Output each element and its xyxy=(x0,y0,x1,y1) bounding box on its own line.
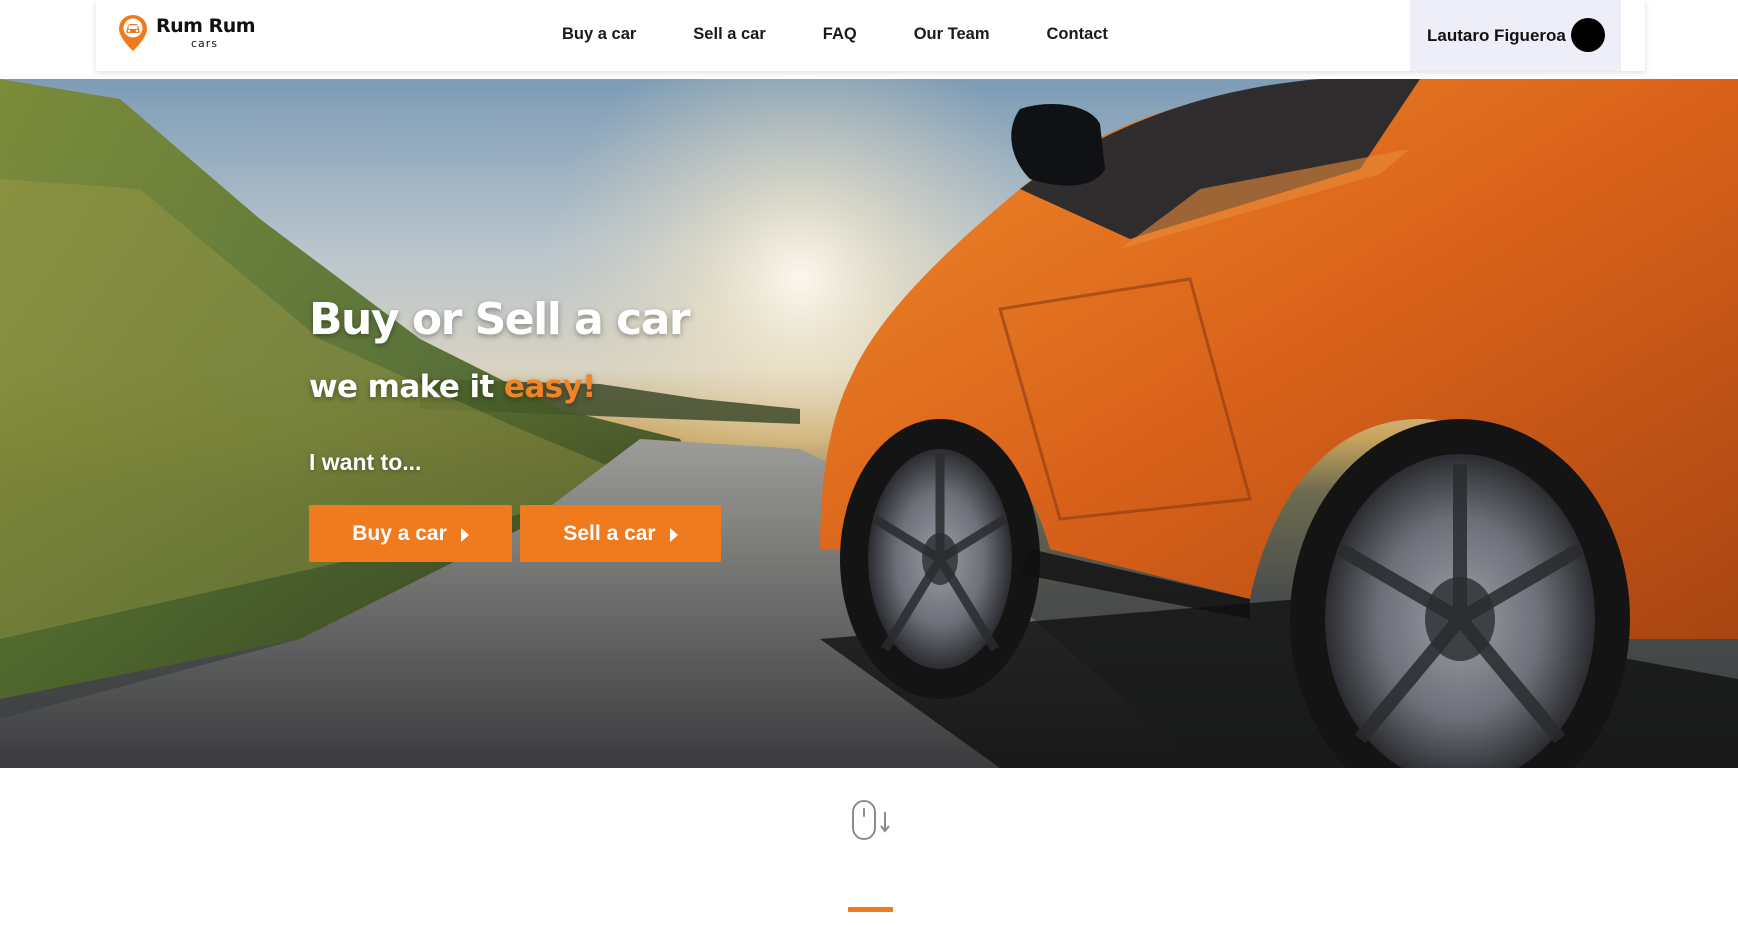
hero-prompt: I want to... xyxy=(309,449,422,475)
mouse-scroll-down-icon[interactable] xyxy=(852,800,892,840)
hero-section: Buy or Sell a car we make it easy! I wan… xyxy=(0,79,1738,768)
nav-buy-a-car[interactable]: Buy a car xyxy=(562,25,636,44)
user-name: Lautaro Figueroa xyxy=(1427,25,1566,45)
site-header: Rum Rum cars Buy a car Sell a car FAQ Ou… xyxy=(96,0,1645,71)
section-divider xyxy=(848,907,893,912)
hero-background-image xyxy=(0,79,1738,768)
hero-subtitle: we make it easy! xyxy=(309,369,596,405)
buy-a-car-label: Buy a car xyxy=(352,521,447,545)
main-nav: Buy a car Sell a car FAQ Our Team Contac… xyxy=(562,0,1108,68)
sell-a-car-label: Sell a car xyxy=(563,521,656,545)
logo[interactable]: Rum Rum cars xyxy=(118,12,258,54)
user-menu[interactable]: Lautaro Figueroa xyxy=(1410,0,1621,71)
buy-a-car-button[interactable]: Buy a car xyxy=(309,505,512,562)
caret-right-icon xyxy=(460,527,469,542)
nav-our-team[interactable]: Our Team xyxy=(914,25,990,44)
avatar[interactable] xyxy=(1571,18,1605,52)
caret-right-icon xyxy=(669,527,678,542)
logo-subtitle: cars xyxy=(191,37,219,50)
sell-a-car-button[interactable]: Sell a car xyxy=(520,505,721,562)
nav-sell-a-car[interactable]: Sell a car xyxy=(693,25,765,44)
nav-faq[interactable]: FAQ xyxy=(823,25,857,44)
car-pin-icon xyxy=(119,15,147,51)
hero-subtitle-accent: easy! xyxy=(503,369,596,405)
nav-contact[interactable]: Contact xyxy=(1047,25,1108,44)
hero-subtitle-prefix: we make it xyxy=(309,369,504,405)
hero-title: Buy or Sell a car xyxy=(309,294,691,345)
logo-name: Rum Rum xyxy=(156,15,256,37)
